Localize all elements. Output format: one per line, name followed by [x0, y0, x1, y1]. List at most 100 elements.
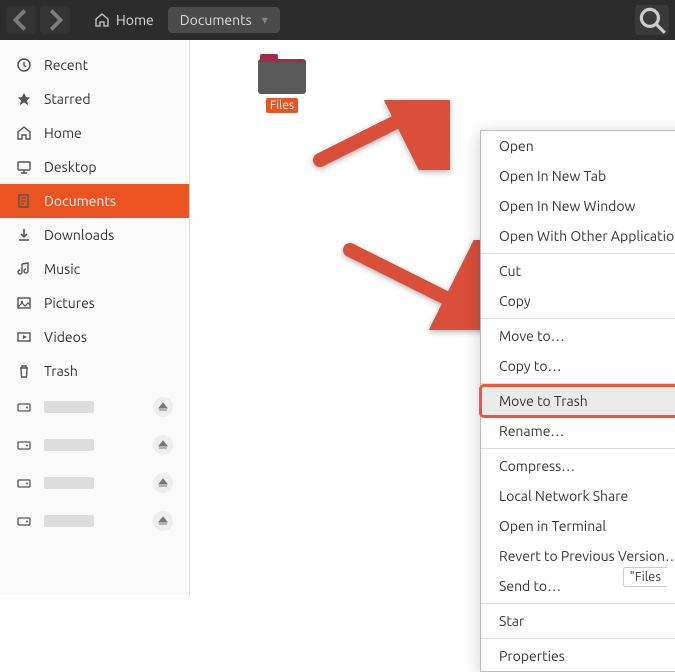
eject-icon	[158, 516, 168, 526]
menu-item-label: Move to Trash	[499, 393, 588, 409]
sidebar-item-documents[interactable]: Documents	[0, 184, 189, 218]
top-toolbar: Home Documents ▾	[0, 0, 675, 40]
desktop-icon	[16, 159, 32, 175]
menu-item-label: Move to…	[499, 328, 565, 344]
menu-item-label: Open With Other Application	[499, 228, 675, 244]
menu-item-copy-to[interactable]: Copy to…	[481, 351, 675, 381]
annotation-arrow-1	[310, 100, 450, 174]
sidebar-drive-1[interactable]	[0, 426, 189, 464]
sidebar-item-label: Pictures	[44, 295, 95, 311]
eject-button[interactable]	[153, 435, 173, 455]
sidebar-item-pictures[interactable]: Pictures	[0, 286, 189, 320]
menu-item-copy[interactable]: CopyCtrl+C	[481, 286, 675, 316]
sidebar-drive-2[interactable]	[0, 464, 189, 502]
drive-label	[44, 401, 94, 413]
menu-item-label: Rename…	[499, 423, 564, 439]
drive-label	[44, 439, 94, 451]
sidebar-item-trash[interactable]: Trash	[0, 354, 189, 388]
menu-item-label: Send to…	[499, 578, 561, 594]
menu-item-label: Compress…	[499, 458, 575, 474]
sidebar-item-desktop[interactable]: Desktop	[0, 150, 189, 184]
sidebar-item-label: Documents	[44, 193, 116, 209]
menu-item-label: Properties	[499, 648, 565, 664]
documents-icon	[16, 193, 32, 209]
menu-item-properties[interactable]: PropertiesCtrl+I	[481, 641, 675, 671]
breadcrumb-current[interactable]: Documents ▾	[168, 7, 280, 33]
eject-icon	[158, 402, 168, 412]
drive-icon	[16, 475, 32, 491]
eject-button[interactable]	[153, 473, 173, 493]
menu-item-label: Open In New Window	[499, 198, 635, 214]
menu-separator	[481, 603, 675, 604]
sidebar-item-home[interactable]: Home	[0, 116, 189, 150]
sidebar-item-downloads[interactable]: Downloads	[0, 218, 189, 252]
search-icon	[635, 3, 669, 37]
chevron-left-icon	[6, 5, 36, 35]
sidebar: Recent Starred Home Desktop Documents Downloa…	[0, 40, 190, 595]
menu-item-compress[interactable]: Compress…	[481, 451, 675, 481]
breadcrumb-home[interactable]: Home	[82, 7, 166, 33]
folder-icon	[258, 54, 306, 94]
sidebar-drive-3[interactable]	[0, 502, 189, 540]
search-button[interactable]	[635, 5, 669, 35]
home-icon	[16, 125, 32, 141]
star-icon	[16, 91, 32, 107]
menu-item-star[interactable]: Star	[481, 606, 675, 636]
sidebar-item-label: Desktop	[44, 159, 97, 175]
menu-item-label: Local Network Share	[499, 488, 628, 504]
menu-item-label: Cut	[499, 263, 521, 279]
sidebar-item-label: Videos	[44, 329, 87, 345]
menu-item-rename[interactable]: Rename…F2	[481, 416, 675, 446]
menu-item-cut[interactable]: CutCtrl+X	[481, 256, 675, 286]
sidebar-item-music[interactable]: Music	[0, 252, 189, 286]
videos-icon	[16, 329, 32, 345]
menu-separator	[481, 253, 675, 254]
folder-label: Files	[266, 98, 298, 113]
eject-button[interactable]	[153, 397, 173, 417]
main-area: Recent Starred Home Desktop Documents Downloa…	[0, 40, 675, 595]
menu-item-local-network-share[interactable]: Local Network Share	[481, 481, 675, 511]
menu-item-label: Copy	[499, 293, 531, 309]
breadcrumb-current-label: Documents	[180, 12, 252, 28]
eject-icon	[158, 440, 168, 450]
menu-item-open-in-new-tab[interactable]: Open In New TabCtrl+Return	[481, 161, 675, 191]
drive-label	[44, 477, 94, 489]
sidebar-item-label: Recent	[44, 57, 88, 73]
menu-item-open-in-new-window[interactable]: Open In New WindowShift+Return	[481, 191, 675, 221]
back-button[interactable]	[6, 6, 36, 34]
forward-button[interactable]	[40, 6, 70, 34]
eject-button[interactable]	[153, 511, 173, 531]
clock-icon	[16, 57, 32, 73]
sidebar-item-label: Starred	[44, 91, 91, 107]
chevron-down-icon: ▾	[262, 13, 268, 27]
content-pane[interactable]: Files OpenReturnOpen In New TabCtrl+Retu…	[190, 40, 675, 595]
menu-item-move-to-trash[interactable]: Move to TrashDelete	[479, 384, 675, 418]
status-bar: "Files	[623, 567, 667, 587]
sidebar-drive-0[interactable]	[0, 388, 189, 426]
drive-label	[44, 515, 94, 527]
sidebar-item-label: Home	[44, 125, 82, 141]
music-icon	[16, 261, 32, 277]
sidebar-item-label: Trash	[44, 363, 78, 379]
folder-item[interactable]: Files	[250, 54, 314, 113]
eject-icon	[158, 478, 168, 488]
menu-item-open-with-other-application[interactable]: Open With Other Application	[481, 221, 675, 251]
menu-item-open-in-terminal[interactable]: Open in Terminal	[481, 511, 675, 541]
sidebar-item-recent[interactable]: Recent	[0, 48, 189, 82]
sidebar-item-label: Music	[44, 261, 80, 277]
pictures-icon	[16, 295, 32, 311]
menu-separator	[481, 318, 675, 319]
menu-item-open[interactable]: OpenReturn	[481, 131, 675, 161]
context-menu: OpenReturnOpen In New TabCtrl+ReturnOpen…	[480, 130, 675, 672]
drive-icon	[16, 399, 32, 415]
sidebar-item-videos[interactable]: Videos	[0, 320, 189, 354]
home-icon	[94, 12, 110, 28]
menu-item-move-to[interactable]: Move to…	[481, 321, 675, 351]
annotation-arrow-2	[340, 240, 500, 334]
drive-icon	[16, 437, 32, 453]
sidebar-item-starred[interactable]: Starred	[0, 82, 189, 116]
drive-icon	[16, 513, 32, 529]
menu-item-label: Star	[499, 613, 524, 629]
menu-item-label: Revert to Previous Version…	[499, 548, 675, 564]
chevron-right-icon	[40, 5, 70, 35]
